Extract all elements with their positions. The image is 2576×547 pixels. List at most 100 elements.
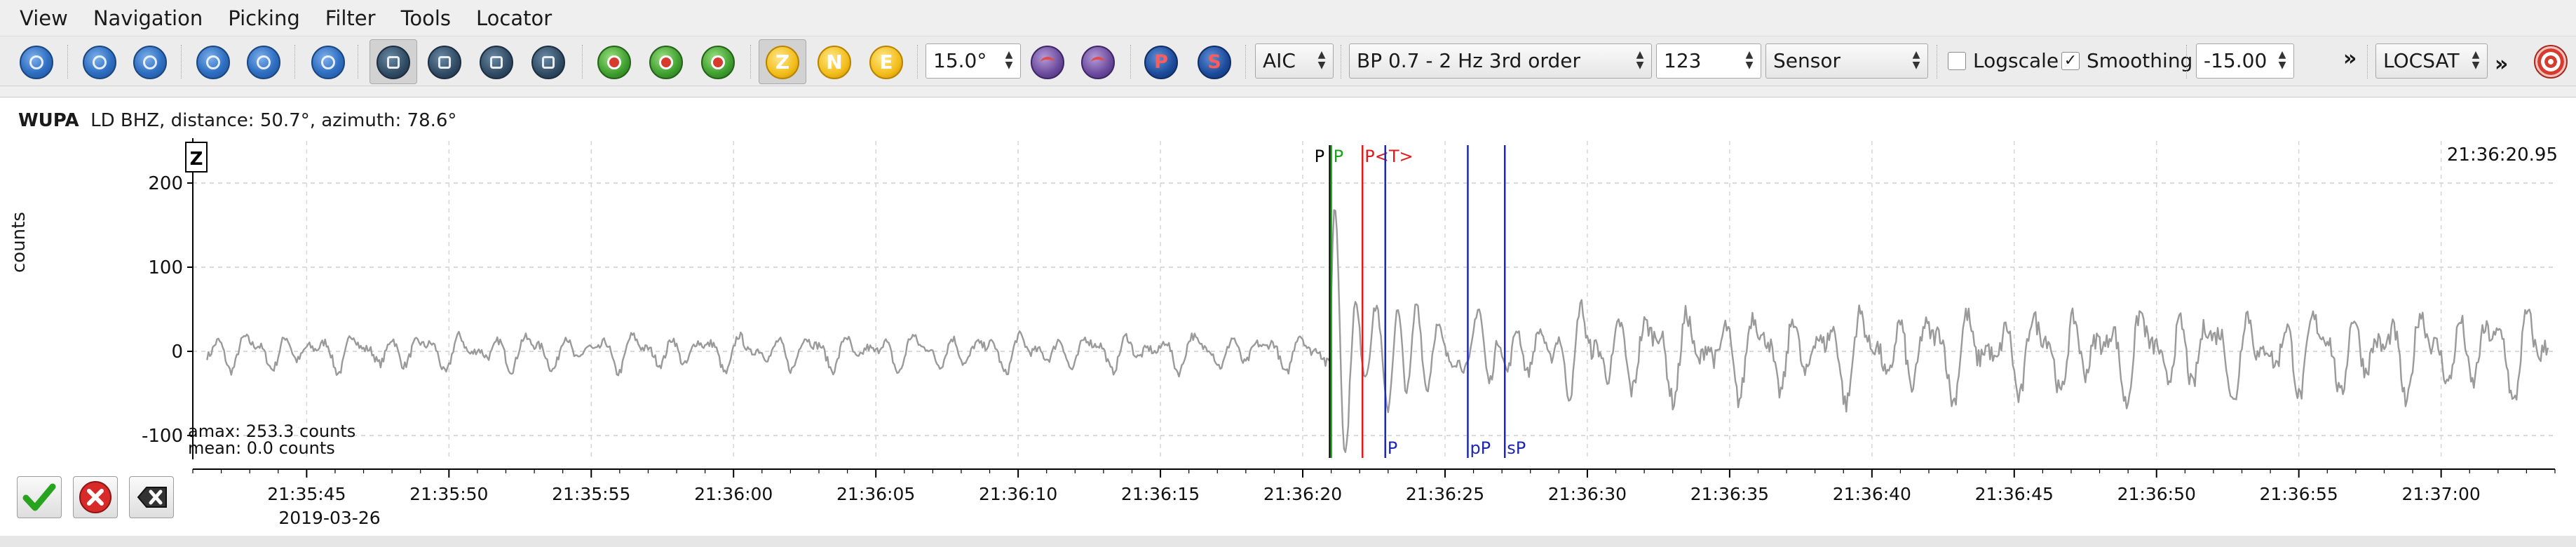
menu-picking[interactable]: Picking — [215, 0, 313, 36]
zoom-icon[interactable] — [480, 46, 513, 79]
x-tick-label: 21:36:55 — [2260, 484, 2338, 504]
mean-label: mean: 0.0 counts — [188, 438, 335, 458]
scroll-right-icon[interactable] — [247, 46, 280, 79]
toolbar-separator — [750, 45, 752, 79]
toolbar-overflow-button[interactable]: » — [2343, 43, 2357, 74]
menu-navigation[interactable]: Navigation — [81, 0, 215, 36]
toolbar-separator — [582, 45, 584, 79]
filter-select[interactable]: BP 0.7 - 2 Hz 3rd order ▲ ▼ — [1349, 43, 1652, 79]
align-icon[interactable] — [311, 46, 345, 79]
toolbar-separator — [1130, 45, 1132, 79]
menu-filter[interactable]: Filter — [313, 0, 388, 36]
chevron-updown-icon: ▲ ▼ — [1636, 49, 1644, 71]
time-readout: 21:36:20.95 — [2447, 144, 2558, 166]
logscale-checkbox[interactable] — [1948, 52, 1966, 70]
phase-s-label: S — [1207, 51, 1221, 73]
toolbar-separator — [2367, 45, 2369, 79]
toolbar-separator — [67, 45, 69, 79]
filter-purple-2-icon[interactable] — [1081, 46, 1115, 79]
logscale-label: Logscale — [1973, 49, 2059, 72]
x-tick-label: 21:36:10 — [979, 484, 1057, 504]
component-z-button[interactable]: Z — [766, 46, 799, 79]
component-n-button[interactable]: N — [818, 46, 851, 79]
distance-value: 15.0° — [933, 49, 987, 72]
picker-method-select[interactable]: AIC ▲ ▼ — [1255, 43, 1334, 79]
chevron-updown-icon: ▲ ▼ — [1317, 49, 1326, 71]
unit-select[interactable]: Sensor ▲ ▼ — [1765, 43, 1928, 79]
date-label: 2019-03-26 — [278, 508, 380, 528]
menubar: View Navigation Picking Filter Tools Loc… — [0, 0, 2576, 36]
scroll-left-icon[interactable] — [196, 46, 230, 79]
toolbar-separator — [358, 45, 360, 79]
menu-locator[interactable]: Locator — [463, 0, 564, 36]
spin-arrows-icon[interactable]: ▲ ▼ — [1003, 50, 1015, 72]
save-icon[interactable] — [531, 46, 565, 79]
reject-button[interactable] — [73, 476, 118, 518]
toolbar-separator — [1341, 45, 1343, 79]
toolbar-separator — [1937, 45, 1939, 79]
component-badge: Z — [190, 149, 203, 170]
measure-icon[interactable] — [377, 46, 410, 79]
toolbar: Z N E 15.0° ▲ ▼ P S AIC ▲ ▼ BP 0.7 - 2 Hz … — [0, 36, 2576, 86]
phase-s-button[interactable]: S — [1198, 46, 1231, 79]
x-tick-label: 21:36:45 — [1975, 484, 2054, 504]
seismogram-plot[interactable]: 200 100 0 -100 21:35:45 21:35:50 21:35:55 21:36… — [0, 97, 2576, 536]
check-icon — [22, 483, 56, 511]
delete-button[interactable] — [129, 476, 174, 518]
x-tick-label: 21:36:40 — [1833, 484, 1911, 504]
pick-label: pP — [1470, 438, 1491, 458]
pick-refresh-icon[interactable] — [701, 46, 735, 79]
x-tick-label: 21:36:25 — [1406, 484, 1484, 504]
x-tick-label: 21:35:50 — [409, 484, 488, 504]
x-tick-label: 21:36:35 — [1690, 484, 1769, 504]
menu-view[interactable]: View — [7, 0, 81, 36]
scroll-down-icon[interactable] — [133, 46, 167, 79]
scroll-up-icon[interactable] — [83, 46, 116, 79]
toolbar-separator — [1245, 45, 1247, 79]
phase-p-button[interactable]: P — [1144, 46, 1178, 79]
offset-value: -15.00 — [2204, 49, 2267, 72]
pick-remove-icon[interactable] — [649, 46, 683, 79]
toolbar-separator — [2186, 45, 2188, 79]
pick-label: P — [1388, 438, 1397, 458]
pick-label: P — [1315, 147, 1324, 166]
menu-tools[interactable]: Tools — [388, 0, 463, 36]
toolbar-separator — [181, 45, 183, 79]
target-icon[interactable] — [2534, 45, 2568, 79]
pick-label: sP — [1507, 438, 1526, 458]
x-tick-label: 21:36:15 — [1121, 484, 1200, 504]
accept-button[interactable] — [17, 476, 62, 518]
filter-purple-icon[interactable] — [1031, 46, 1064, 79]
y-tick-label: -100 — [142, 426, 183, 447]
y-tick-label: 200 — [148, 173, 183, 194]
chevron-updown-icon: ▲ ▼ — [1912, 49, 1920, 71]
spin-arrows-icon[interactable]: ▲ ▼ — [2277, 50, 2288, 72]
pick-add-icon[interactable] — [597, 46, 631, 79]
distance-spinbox[interactable]: 15.0° ▲ ▼ — [926, 43, 1021, 79]
x-tick-label: 21:36:05 — [836, 484, 915, 504]
pick-layer: P P P<T>P pP sP — [1315, 145, 1526, 458]
y-tick-label: 100 — [148, 257, 183, 278]
x-tick-label: 21:35:45 — [267, 484, 346, 504]
grid-layer — [193, 141, 2555, 457]
cancel-icon — [79, 481, 111, 513]
smoothing-checkbox[interactable]: ✓ — [2061, 52, 2080, 70]
phase-p-label: P — [1154, 51, 1168, 73]
smoothing-label: Smoothing — [2087, 49, 2193, 72]
spin-arrows-icon[interactable]: ▲ ▼ — [1744, 50, 1755, 72]
number-spinbox[interactable]: 123 ▲ ▼ — [1656, 43, 1761, 79]
offset-spinbox[interactable]: -15.00 ▲ ▼ — [2196, 43, 2294, 79]
waveform-trace — [206, 209, 2549, 453]
y-tick-label: 0 — [171, 342, 183, 363]
locator-select[interactable]: LOCSAT ▲ ▼ — [2375, 43, 2488, 79]
locator-value: LOCSAT — [2383, 49, 2460, 72]
number-value: 123 — [1664, 49, 1702, 72]
x-tick-label: 21:36:00 — [694, 484, 773, 504]
component-e-button[interactable]: E — [869, 46, 903, 79]
x-tick-label: 21:37:00 — [2401, 484, 2480, 504]
home-icon[interactable] — [20, 46, 53, 79]
x-tick-label: 21:35:55 — [552, 484, 630, 504]
rotate-icon[interactable] — [428, 46, 461, 79]
pick-label: P — [1334, 147, 1343, 166]
toolbar-overflow-2-button[interactable]: » — [2495, 49, 2508, 80]
